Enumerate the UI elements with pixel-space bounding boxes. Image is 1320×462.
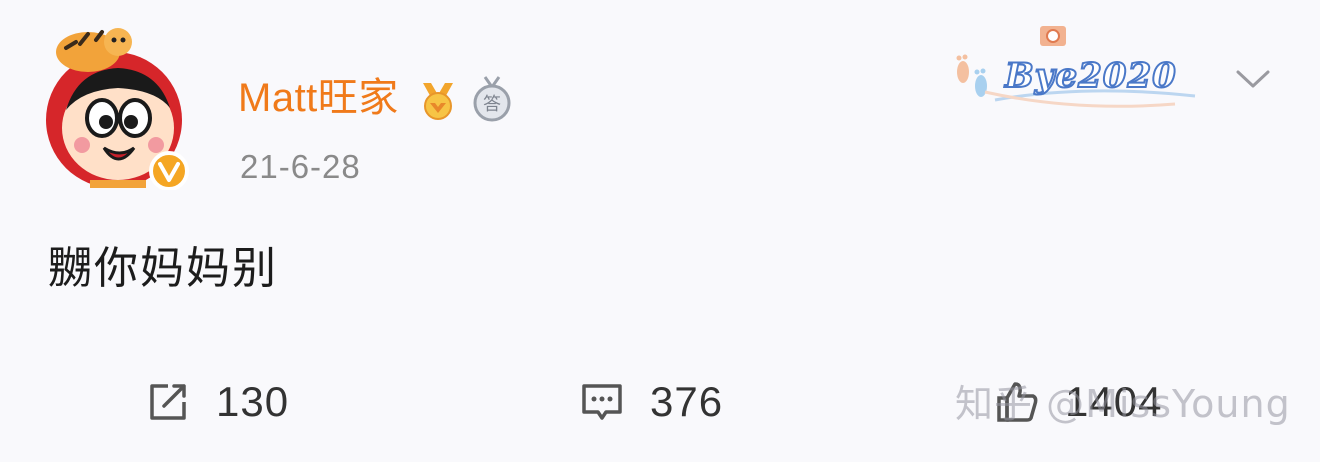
post-text: 嬲你妈妈别	[48, 243, 278, 294]
like-icon	[997, 382, 1038, 422]
avatar[interactable]	[38, 20, 198, 190]
answer-badge-label: 答	[483, 94, 501, 115]
avatar-image	[46, 28, 189, 190]
comment-button[interactable]: 376	[580, 370, 723, 434]
like-count: 1404	[1065, 378, 1163, 425]
answer-badge-icon[interactable]: 答	[471, 73, 513, 123]
repost-count: 130	[216, 378, 290, 425]
username-row: Matt旺家 答	[238, 68, 513, 128]
repost-icon	[150, 384, 186, 420]
medal-badge-icon[interactable]	[413, 73, 463, 123]
post-card: Matt旺家 答 21-6-28 嬲你妈妈别 Bye2020 130 376 1…	[0, 0, 1320, 462]
comment-icon	[582, 384, 622, 420]
comment-count: 376	[650, 378, 724, 425]
card-decoration: Bye2020	[945, 14, 1205, 114]
chevron-down-icon[interactable]	[1232, 64, 1274, 94]
username[interactable]: Matt旺家	[238, 78, 399, 118]
post-timestamp[interactable]: 21-6-28	[240, 148, 361, 186]
repost-button[interactable]: 130	[146, 370, 289, 434]
like-button[interactable]: 1404	[995, 370, 1162, 434]
action-bar: 130 376 1404	[0, 370, 1320, 434]
decoration-text: Bye2020	[1004, 55, 1177, 97]
